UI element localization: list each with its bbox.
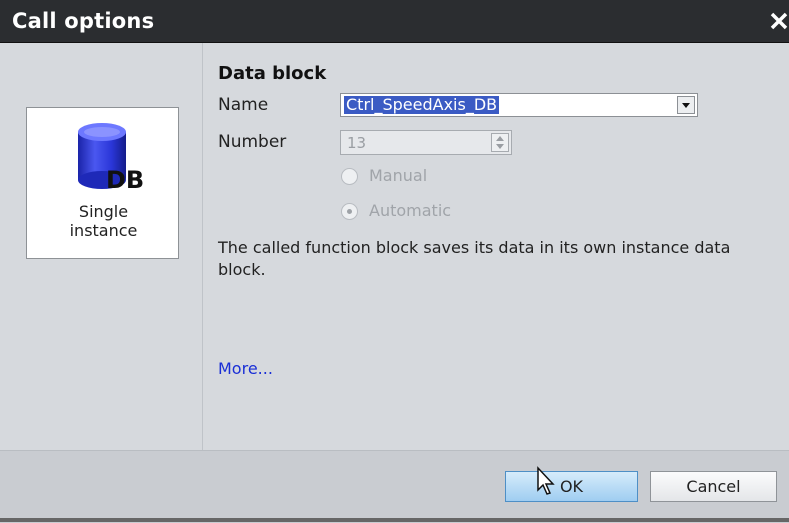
cancel-button[interactable]: Cancel xyxy=(650,471,777,502)
single-instance-tile[interactable]: DB Single instance xyxy=(26,107,179,259)
section-title: Data block xyxy=(218,63,327,84)
ok-button[interactable]: OK xyxy=(505,471,638,502)
more-link[interactable]: More... xyxy=(218,359,273,378)
number-value: 13 xyxy=(347,134,367,152)
tile-label: Single instance xyxy=(69,202,138,240)
bottom-border xyxy=(0,518,789,522)
db-icon-text: DB xyxy=(106,166,145,194)
number-label: Number xyxy=(218,132,287,152)
chevron-down-icon[interactable] xyxy=(677,96,695,114)
database-cylinder-icon: DB xyxy=(70,122,148,198)
name-label: Name xyxy=(218,95,269,115)
automatic-radio-label: Automatic xyxy=(369,201,452,220)
manual-radio[interactable] xyxy=(341,168,358,185)
left-pane: DB Single instance xyxy=(0,43,203,450)
call-options-dialog: Call options DB Single instance Data blo… xyxy=(0,0,789,523)
dialog-title: Call options xyxy=(12,9,155,33)
dialog-footer: OK Cancel xyxy=(0,450,789,523)
name-value[interactable]: Ctrl_SpeedAxis_DB xyxy=(344,96,500,114)
automatic-radio[interactable] xyxy=(341,203,358,220)
spin-arrows-icon[interactable] xyxy=(491,133,509,152)
number-stepper[interactable]: 13 xyxy=(340,130,512,155)
name-combobox[interactable]: Ctrl_SpeedAxis_DB xyxy=(340,93,698,117)
manual-radio-label: Manual xyxy=(369,166,428,185)
close-icon[interactable] xyxy=(768,5,789,37)
right-pane: Data block Name Ctrl_SpeedAxis_DB Number… xyxy=(203,43,789,450)
title-bar: Call options xyxy=(0,0,789,43)
description-text: The called function block saves its data… xyxy=(218,238,731,279)
